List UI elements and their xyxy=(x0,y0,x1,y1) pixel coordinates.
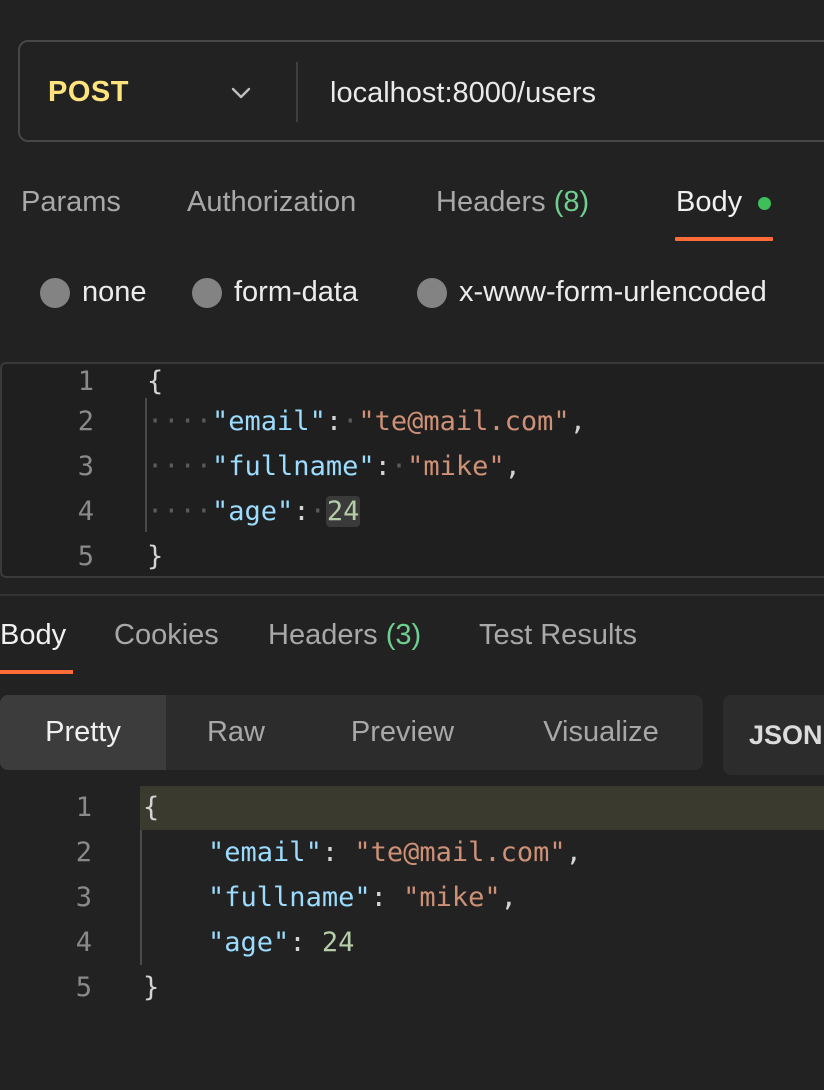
tab-authorization[interactable]: Authorization xyxy=(187,186,356,219)
json-key: "age" xyxy=(208,927,290,958)
request-bar: POST localhost:8000/users xyxy=(18,40,824,142)
radio-none[interactable] xyxy=(40,278,70,308)
response-tab-body[interactable]: Body xyxy=(0,619,66,652)
pane-divider[interactable] xyxy=(0,594,824,596)
line-number: 3 xyxy=(75,882,92,913)
code-line: ····"fullname":·"mike", xyxy=(147,451,521,482)
code-open-brace: { xyxy=(143,792,160,823)
code-line: ····"age":·24 xyxy=(147,496,361,527)
response-tab-cookies[interactable]: Cookies xyxy=(114,619,219,652)
line-number: 5 xyxy=(75,972,92,1003)
active-tab-underline xyxy=(675,237,773,241)
radio-form-data[interactable] xyxy=(192,278,222,308)
line-number: 2 xyxy=(75,837,92,868)
json-value: "mike" xyxy=(403,882,501,913)
code-line: "age": 24 xyxy=(208,927,355,958)
view-preview[interactable]: Preview xyxy=(320,695,485,770)
view-visualize[interactable]: Visualize xyxy=(510,695,692,770)
json-key: "email" xyxy=(212,406,326,437)
tab-headers-label: Headers xyxy=(436,186,546,218)
headers-count: (8) xyxy=(553,186,590,218)
response-view-switcher: Pretty Raw Preview Visualize xyxy=(0,695,703,770)
code-line: "email": "te@mail.com", xyxy=(208,837,582,868)
tab-body[interactable]: Body xyxy=(676,186,742,219)
radio-urlencoded-label[interactable]: x-www-form-urlencoded xyxy=(459,276,767,309)
code-line: ····"email":·"te@mail.com", xyxy=(147,406,586,437)
request-body-editor[interactable]: 1 { 2 ····"email":·"te@mail.com", 3 ····… xyxy=(0,362,824,578)
code-close-brace: } xyxy=(143,972,160,1003)
json-value: 24 xyxy=(325,496,361,527)
body-modified-dot xyxy=(758,197,771,210)
response-headers-count: (3) xyxy=(385,619,422,651)
response-tab-headers-label: Headers xyxy=(268,619,378,651)
radio-x-www-form-urlencoded[interactable] xyxy=(417,278,447,308)
postman-request-view: POST localhost:8000/users Params Authori… xyxy=(0,0,824,1090)
line-number: 3 xyxy=(77,451,94,482)
json-key: "age" xyxy=(212,496,294,527)
radio-form-data-label[interactable]: form-data xyxy=(234,276,358,309)
view-pretty[interactable]: Pretty xyxy=(0,695,166,770)
indent-guide xyxy=(140,830,142,965)
code-open-brace: { xyxy=(147,366,164,397)
url-input[interactable]: localhost:8000/users xyxy=(330,77,596,110)
active-tab-underline xyxy=(0,670,73,674)
radio-none-label[interactable]: none xyxy=(82,276,147,309)
line-number: 4 xyxy=(77,496,94,527)
chevron-down-icon[interactable] xyxy=(228,80,254,106)
method-select[interactable]: POST xyxy=(48,76,129,109)
line-number: 5 xyxy=(77,541,94,572)
json-value: "te@mail.com" xyxy=(354,837,566,868)
tab-params[interactable]: Params xyxy=(21,186,121,219)
json-value: "te@mail.com" xyxy=(358,406,570,437)
json-value: 24 xyxy=(321,927,355,958)
json-key: "email" xyxy=(208,837,322,868)
json-value: "mike" xyxy=(407,451,505,482)
format-select[interactable]: JSON xyxy=(723,695,824,775)
response-tab-headers[interactable]: Headers (3) xyxy=(268,619,421,652)
code-line: "fullname": "mike", xyxy=(208,882,517,913)
current-line-highlight xyxy=(140,786,824,830)
code-close-brace: } xyxy=(147,541,164,572)
line-number: 1 xyxy=(77,366,94,397)
view-raw[interactable]: Raw xyxy=(166,695,306,770)
json-key: "fullname" xyxy=(212,451,375,482)
tab-headers[interactable]: Headers (8) xyxy=(436,186,589,219)
divider xyxy=(296,62,298,122)
line-number: 1 xyxy=(75,792,92,823)
response-tab-test-results[interactable]: Test Results xyxy=(479,619,637,652)
line-number: 4 xyxy=(75,927,92,958)
line-number: 2 xyxy=(77,406,94,437)
json-key: "fullname" xyxy=(208,882,371,913)
